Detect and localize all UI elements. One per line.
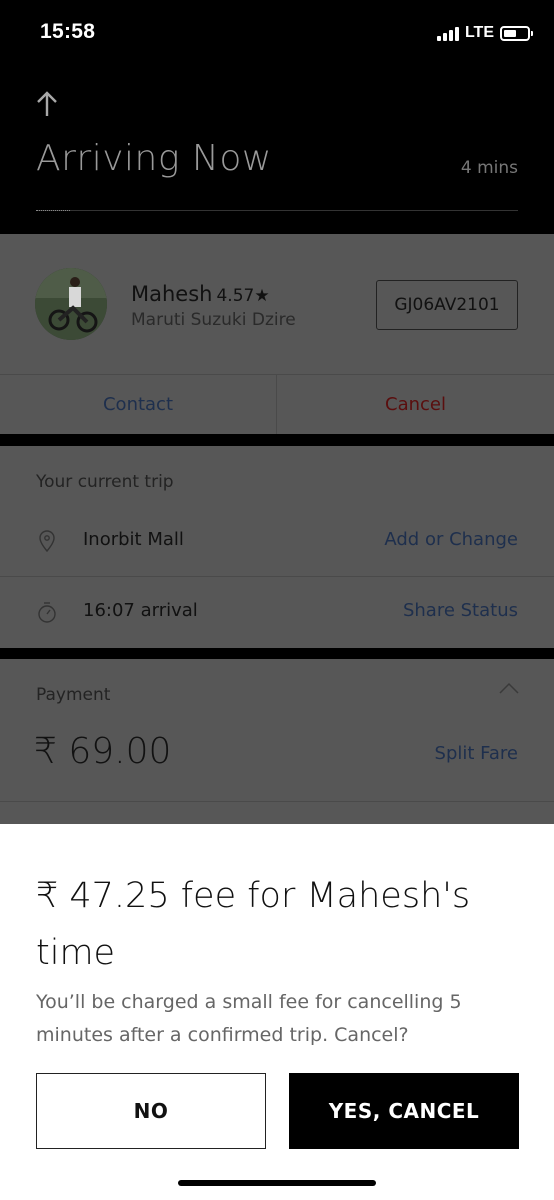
license-plate: GJ06AV2101 bbox=[376, 280, 518, 330]
dialog-message: You’ll be charged a small fee for cancel… bbox=[36, 991, 462, 1046]
signal-icon bbox=[436, 25, 459, 41]
cancel-fee-dialog: ₹ 47.25 fee for Mahesh's time You’ll be … bbox=[0, 824, 554, 1200]
contact-button[interactable]: Contact bbox=[0, 375, 276, 434]
page-title: Arriving Now bbox=[36, 138, 272, 179]
no-button[interactable]: NO bbox=[36, 1073, 266, 1149]
payment-label: Payment bbox=[36, 685, 111, 705]
chevron-up-icon[interactable] bbox=[498, 681, 520, 695]
divider bbox=[0, 801, 554, 802]
add-or-change-link[interactable]: Add or Change bbox=[384, 529, 518, 550]
fare-amount: ₹ 69.00 bbox=[34, 731, 172, 772]
stopwatch-icon bbox=[38, 602, 56, 623]
driver-info: Mahesh 4.57★ bbox=[131, 282, 270, 306]
trip-section-title: Your current trip bbox=[36, 472, 174, 492]
destination-text: Inorbit Mall bbox=[83, 529, 184, 550]
status-bar: 15:58 LTE bbox=[0, 0, 554, 70]
network-type: LTE bbox=[464, 24, 494, 41]
progress-track bbox=[36, 210, 518, 211]
progress-indicator bbox=[36, 210, 70, 211]
home-indicator[interactable] bbox=[178, 1180, 376, 1186]
cancel-trip-button[interactable]: Cancel bbox=[277, 375, 554, 434]
battery-level bbox=[504, 29, 517, 37]
status-indicators: LTE bbox=[436, 24, 533, 42]
up-arrow-icon[interactable] bbox=[34, 90, 60, 118]
yes-cancel-button[interactable]: YES, CANCEL bbox=[289, 1073, 519, 1149]
driver-card: Mahesh 4.57★ Maruti Suzuki Dzire GJ06AV21… bbox=[0, 234, 554, 434]
arrival-row: 16:07 arrival Share Status bbox=[0, 577, 554, 647]
eta-label: 4 mins bbox=[460, 158, 518, 178]
car-model: Maruti Suzuki Dzire bbox=[131, 310, 296, 330]
driver-rating: 4.57★ bbox=[216, 286, 270, 306]
trip-header: Arriving Now 4 mins bbox=[0, 70, 554, 234]
driver-avatar bbox=[35, 268, 107, 340]
split-fare-link[interactable]: Split Fare bbox=[435, 743, 518, 764]
current-trip-card: Your current trip Inorbit Mall Add or Ch… bbox=[0, 446, 554, 648]
app-screen: 15:58 LTE Arriving Now 4 mins Mahesh 4.5… bbox=[0, 0, 554, 1200]
destination-row: Inorbit Mall Add or Change bbox=[0, 506, 554, 576]
battery-icon bbox=[500, 25, 533, 41]
dialog-title: ₹ 47.25 fee for Mahesh's time bbox=[36, 876, 471, 973]
share-status-link[interactable]: Share Status bbox=[403, 600, 518, 621]
status-time: 15:58 bbox=[40, 20, 96, 43]
arrival-text: 16:07 arrival bbox=[83, 600, 198, 621]
location-pin-icon bbox=[39, 530, 55, 553]
driver-name: Mahesh bbox=[131, 282, 213, 306]
